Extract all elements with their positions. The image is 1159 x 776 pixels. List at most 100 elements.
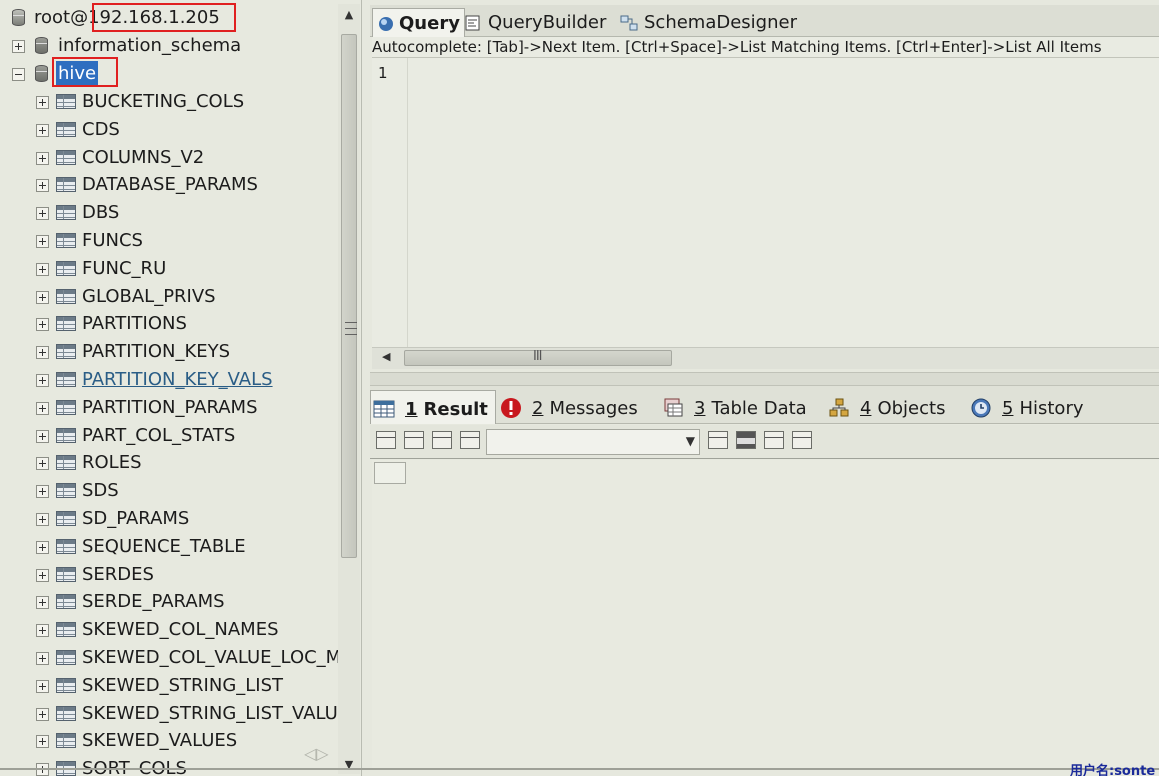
table-label: DATABASE_PARAMS [82, 174, 258, 196]
expand-icon[interactable] [36, 401, 49, 415]
expand-icon[interactable] [12, 40, 25, 53]
cancel-changes-icon[interactable] [792, 431, 812, 449]
delete-row-icon[interactable] [764, 431, 784, 449]
add-row-icon[interactable] [708, 431, 728, 449]
expand-icon[interactable] [36, 290, 49, 304]
expand-icon[interactable] [36, 235, 49, 248]
result-grid[interactable] [372, 460, 1159, 768]
expand-icon[interactable] [36, 624, 49, 638]
refresh-rows-icon[interactable] [460, 431, 480, 449]
table-node[interactable]: FUNCS [0, 228, 338, 254]
grip-icon: ― ― ― [345, 315, 357, 341]
expand-icon[interactable] [36, 513, 49, 526]
result-filter-select[interactable]: ▼ [486, 429, 700, 455]
expand-icon[interactable] [36, 652, 49, 665]
expand-icon[interactable] [36, 679, 49, 693]
table-node[interactable]: PART_COL_STATS [0, 423, 338, 449]
expand-icon[interactable] [36, 374, 49, 387]
sql-editor[interactable]: 1 [372, 57, 1159, 347]
table-label: PARTITION_KEY_VALS [82, 369, 273, 390]
scroll-thumb[interactable]: ― ― ― [341, 34, 357, 558]
paste-rows-icon[interactable] [432, 431, 452, 449]
table-node[interactable]: GLOBAL_PRIVS [0, 284, 338, 310]
scroll-down-icon[interactable]: ▼ [341, 756, 357, 774]
tab-tabledata[interactable]: 3 Table Data [660, 390, 807, 424]
table-node[interactable]: SDS [0, 478, 338, 504]
table-node[interactable]: SEQUENCE_TABLE [0, 534, 338, 560]
table-node[interactable]: SERDE_PARAMS [0, 589, 338, 615]
expand-icon[interactable] [36, 707, 49, 721]
tab-querybuilder[interactable]: QueryBuilder [458, 8, 616, 37]
table-node[interactable]: SKEWED_COL_NAMES [0, 617, 338, 643]
tab-key: 4 [860, 398, 872, 419]
db-node-information-schema[interactable]: information_schema [0, 33, 338, 59]
save-icon[interactable] [736, 431, 756, 449]
table-node[interactable]: CDS [0, 117, 338, 143]
table-node[interactable]: PARTITION_KEYS [0, 339, 338, 365]
table-node[interactable]: SKEWED_STRING_LIST [0, 673, 338, 699]
expand-icon[interactable] [36, 540, 49, 554]
scroll-left-icon[interactable]: ◀ [382, 350, 390, 363]
chevron-down-icon[interactable]: ▼ [686, 434, 695, 448]
expand-icon[interactable] [36, 123, 49, 137]
tree-scrollbar[interactable]: ▲ ― ― ― ▼ [338, 4, 360, 774]
expand-icon[interactable] [36, 318, 49, 332]
expand-icon[interactable] [36, 596, 49, 610]
grid-corner-cell[interactable] [374, 462, 406, 484]
table-node[interactable]: PARTITIONS [0, 311, 338, 337]
tab-query[interactable]: Query [372, 8, 465, 37]
expand-icon[interactable] [36, 429, 49, 443]
tab-result[interactable]: 1 Result [370, 390, 496, 424]
table-icon [56, 149, 76, 165]
editor-result-splitter[interactable] [370, 372, 1159, 386]
table-node[interactable]: BUCKETING_COLS [0, 89, 338, 115]
expand-icon[interactable] [36, 179, 49, 193]
connection-node[interactable]: root@192.168.1.205 [0, 5, 338, 31]
table-node[interactable]: PARTITION_KEY_VALS [0, 367, 338, 393]
expand-icon[interactable] [36, 485, 49, 499]
table-node[interactable]: SERDES [0, 562, 338, 588]
tab-label: QueryBuilder [488, 12, 607, 33]
table-label: SKEWED_STRING_LIST [82, 674, 284, 696]
status-divider [0, 768, 1159, 770]
splitter-arrows-icon[interactable]: ◁▷ [304, 744, 329, 763]
table-icon [56, 94, 76, 109]
connection-user: root@ [34, 7, 89, 28]
scroll-up-icon[interactable]: ▲ [341, 6, 357, 24]
copy-rows-icon[interactable] [404, 431, 424, 449]
tab-objects[interactable]: 4 Objects [826, 390, 945, 424]
export-icon[interactable] [376, 431, 396, 449]
table-node[interactable]: PARTITION_PARAMS [0, 395, 338, 421]
status-user: 用户名:sonte [1070, 764, 1156, 776]
table-icon [56, 566, 76, 582]
scroll-thumb[interactable]: III [404, 349, 672, 366]
tab-key: 5 [1002, 398, 1014, 419]
collapse-icon[interactable] [12, 68, 25, 81]
expand-icon[interactable] [36, 96, 49, 109]
table-node[interactable]: SORT_COLS [0, 756, 338, 776]
table-node[interactable]: COLUMNS_V2 [0, 145, 338, 171]
table-label: BUCKETING_COLS [82, 91, 245, 112]
expand-icon[interactable] [36, 207, 49, 221]
tab-history[interactable]: 5 History [968, 390, 1084, 424]
table-node[interactable]: SD_PARAMS [0, 506, 338, 532]
table-node[interactable]: FUNC_RU [0, 256, 338, 282]
expand-icon[interactable] [36, 457, 49, 471]
table-label: CDS [82, 118, 120, 140]
table-node[interactable]: SKEWED_COL_VALUE_LOC_M [0, 645, 338, 671]
expand-icon[interactable] [36, 262, 49, 276]
expand-icon[interactable] [36, 151, 49, 165]
table-node[interactable]: SKEWED_STRING_LIST_VALU [0, 701, 338, 727]
expand-icon[interactable] [36, 346, 49, 360]
tab-messages[interactable]: 2 Messages [498, 390, 638, 424]
expand-icon[interactable] [36, 568, 49, 582]
db-node-hive[interactable]: hive [0, 61, 338, 87]
expand-icon[interactable] [36, 735, 49, 749]
table-node[interactable]: DATABASE_PARAMS [0, 172, 338, 198]
table-node[interactable]: ROLES [0, 450, 338, 476]
editor-hscrollbar[interactable]: ◀ III [372, 347, 1159, 369]
table-node[interactable]: SKEWED_VALUES [0, 728, 338, 754]
table-data-icon [664, 398, 683, 417]
tab-schemadesigner[interactable]: SchemaDesigner [614, 8, 807, 37]
table-node[interactable]: DBS [0, 200, 338, 226]
